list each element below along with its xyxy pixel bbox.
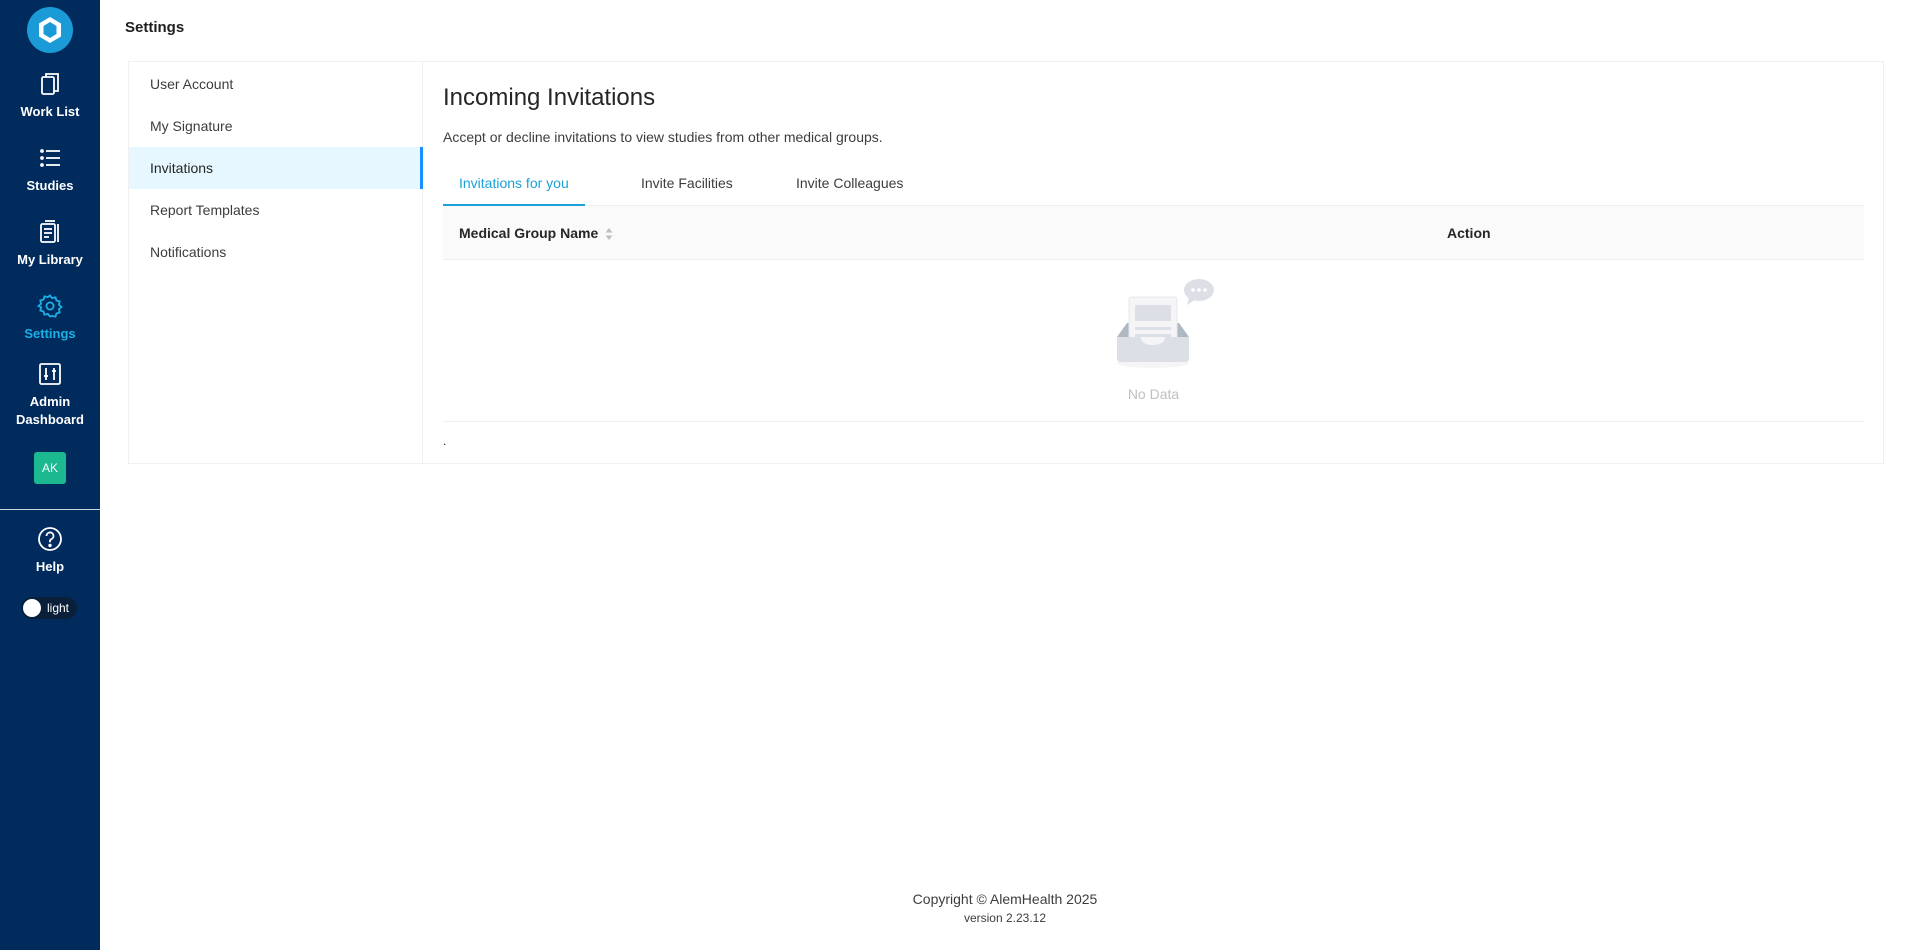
nav-item-my-library[interactable]: My Library [0,218,100,269]
empty-inbox-icon [1117,279,1214,368]
nav-item-admin-dashboard[interactable]: Admin Dashboard [0,360,100,429]
empty-state: No Data [443,260,1864,422]
theme-toggle[interactable]: light [21,597,77,619]
tab-invitations-for-you[interactable]: Invitations for you [443,167,585,206]
library-icon [40,220,59,243]
settings-submenu: User Account My Signature Invitations Re… [129,62,423,463]
user-avatar[interactable]: AK [34,452,66,484]
submenu-item-my-signature[interactable]: My Signature [129,105,422,147]
section-description: Accept or decline invitations to view st… [443,129,883,145]
nav-item-settings[interactable]: Settings [0,292,100,343]
invitation-tabs: Invitations for you Invite Facilities In… [443,167,1864,206]
submenu-item-invitations[interactable]: Invitations [129,147,423,189]
app-logo[interactable] [27,7,73,53]
nav-item-work-list[interactable]: Work List [0,70,100,121]
nav-rail: Work List Studies My Library Settings Ad… [0,0,100,950]
nav-label-help: Help [35,559,65,574]
settings-card: User Account My Signature Invitations Re… [128,61,1884,464]
column-header-action: Action [1447,225,1491,241]
column-header-medical-group-name[interactable]: Medical Group Name [459,206,613,260]
list-icon [40,149,60,167]
section-title: Incoming Invitations [443,84,656,111]
nav-divider [0,509,100,510]
nav-label-my-library: My Library [17,252,83,267]
footer: Copyright © AlemHealth 2025 version 2.23… [100,888,1910,926]
nav-item-studies[interactable]: Studies [0,144,100,195]
nav-label-dashboard: Dashboard [16,412,84,427]
submenu-item-report-templates[interactable]: Report Templates [129,189,422,231]
nav-label-settings: Settings [24,326,76,341]
sort-icon[interactable] [605,227,613,241]
gear-icon [36,294,63,318]
page-title: Settings [125,19,185,36]
invitations-panel: Incoming Invitations Accept or decline i… [443,62,1864,463]
hexagon-logo-icon [39,17,61,43]
nav-label-admin: Admin [29,394,71,409]
submenu-item-user-account[interactable]: User Account [129,63,422,105]
theme-toggle-label: light [47,601,70,615]
nav-label-studies: Studies [26,178,74,193]
column-label-medical-group-name: Medical Group Name [459,225,599,241]
submenu-item-notifications[interactable]: Notifications [129,231,422,273]
footer-copyright: Copyright © AlemHealth 2025 [912,891,1098,907]
tab-invite-colleagues[interactable]: Invite Colleagues [796,167,903,206]
nav-label-work-list: Work List [20,104,80,119]
trailing-text: . [443,434,447,448]
worklist-icon [41,73,59,95]
help-circle-icon [38,527,62,551]
sliders-icon [39,363,61,385]
footer-version: version 2.23.12 [963,911,1047,925]
toggle-knob [23,599,41,617]
nav-item-help[interactable]: Help [0,525,100,576]
table-header: Medical Group Name Action [443,206,1864,260]
empty-state-text: No Data [1127,386,1180,402]
tab-invite-facilities[interactable]: Invite Facilities [641,167,733,206]
